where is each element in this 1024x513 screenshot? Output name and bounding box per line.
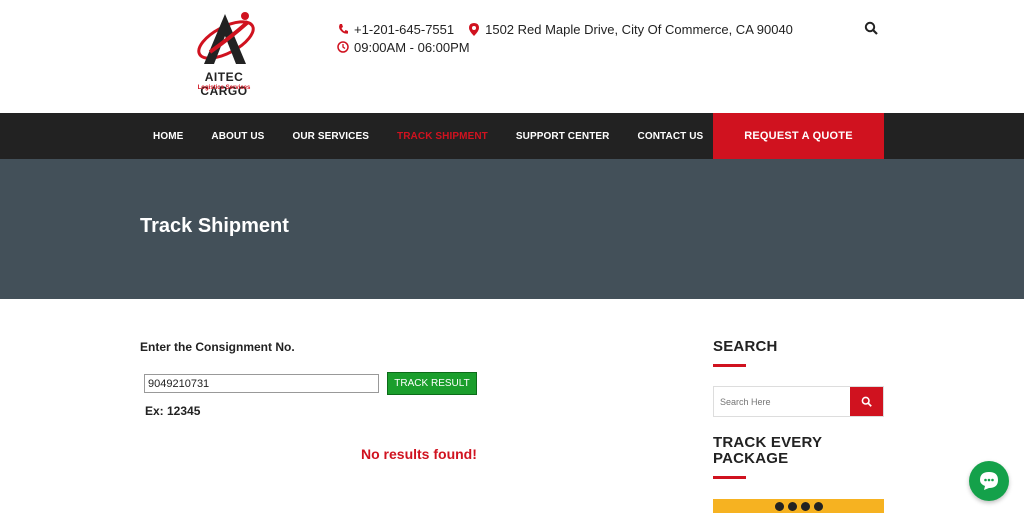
sidebar-search-button[interactable] <box>850 387 883 416</box>
sidebar-search <box>713 386 884 417</box>
consignment-label: Enter the Consignment No. <box>140 340 295 354</box>
logo-mark-icon <box>197 12 255 64</box>
request-quote-button[interactable]: REQUEST A QUOTE <box>713 113 884 159</box>
sidebar-search-input[interactable] <box>714 387 850 416</box>
clock-icon <box>337 40 349 54</box>
track-result-button[interactable]: TRACK RESULT <box>387 372 477 395</box>
nav-support-center[interactable]: SUPPORT CENTER <box>516 131 610 142</box>
no-results-message: No results found! <box>361 446 477 462</box>
phone-number: +1-201-645-7551 <box>354 21 455 37</box>
page-banner: Track Shipment <box>0 159 1024 299</box>
search-icon <box>861 396 872 407</box>
page-title: Track Shipment <box>140 215 289 237</box>
main-navbar: HOME ABOUT US OUR SERVICES TRACK SHIPMEN… <box>0 113 1024 159</box>
contact-info: +1-201-645-7551 1502 Red Maple Drive, Ci… <box>337 20 807 56</box>
track-heading-line1: TRACK EVERY <box>713 434 823 451</box>
promo-plane-icon <box>787 501 797 511</box>
track-package-promo-image <box>713 499 884 513</box>
consignment-input[interactable] <box>144 374 379 393</box>
address-text: 1502 Red Maple Drive, City Of Commerce, … <box>485 21 793 37</box>
nav-track-shipment[interactable]: TRACK SHIPMENT <box>397 131 488 142</box>
promo-ship-icon <box>813 501 823 511</box>
contact-phone[interactable]: +1-201-645-7551 <box>337 22 454 37</box>
track-heading-rule <box>713 476 746 479</box>
sidebar-track-heading: TRACK EVERY PACKAGE <box>713 435 822 467</box>
site-header: AITEC CARGO Logistics Services +1-201-64… <box>0 0 1024 113</box>
main-nav: HOME ABOUT US OUR SERVICES TRACK SHIPMEN… <box>153 113 731 159</box>
nav-home[interactable]: HOME <box>153 131 183 142</box>
location-pin-icon <box>468 22 480 36</box>
nav-our-services[interactable]: OUR SERVICES <box>292 131 369 142</box>
contact-hours: 09:00AM - 06:00PM <box>337 40 470 55</box>
chat-button[interactable] <box>969 461 1009 501</box>
header-search-icon[interactable] <box>864 21 880 37</box>
sidebar-search-heading: SEARCH <box>713 338 778 355</box>
brand-name: AITEC CARGO <box>200 70 248 98</box>
nav-about-us[interactable]: ABOUT US <box>211 131 264 142</box>
track-heading-line2: PACKAGE <box>713 450 789 467</box>
nav-contact-us[interactable]: CONTACT US <box>638 131 704 142</box>
chat-bubble-icon <box>980 472 998 490</box>
search-heading-rule <box>713 364 746 367</box>
brand-logo[interactable]: AITEC CARGO Logistics Services <box>180 8 270 98</box>
consignment-example: Ex: 12345 <box>145 404 201 418</box>
hours-text: 09:00AM - 06:00PM <box>354 39 470 55</box>
promo-truck-icon <box>774 501 784 511</box>
phone-icon <box>337 22 349 36</box>
contact-address: 1502 Red Maple Drive, City Of Commerce, … <box>468 22 793 37</box>
promo-box-icon <box>800 501 810 511</box>
brand-tagline: Logistics Services <box>197 85 251 91</box>
